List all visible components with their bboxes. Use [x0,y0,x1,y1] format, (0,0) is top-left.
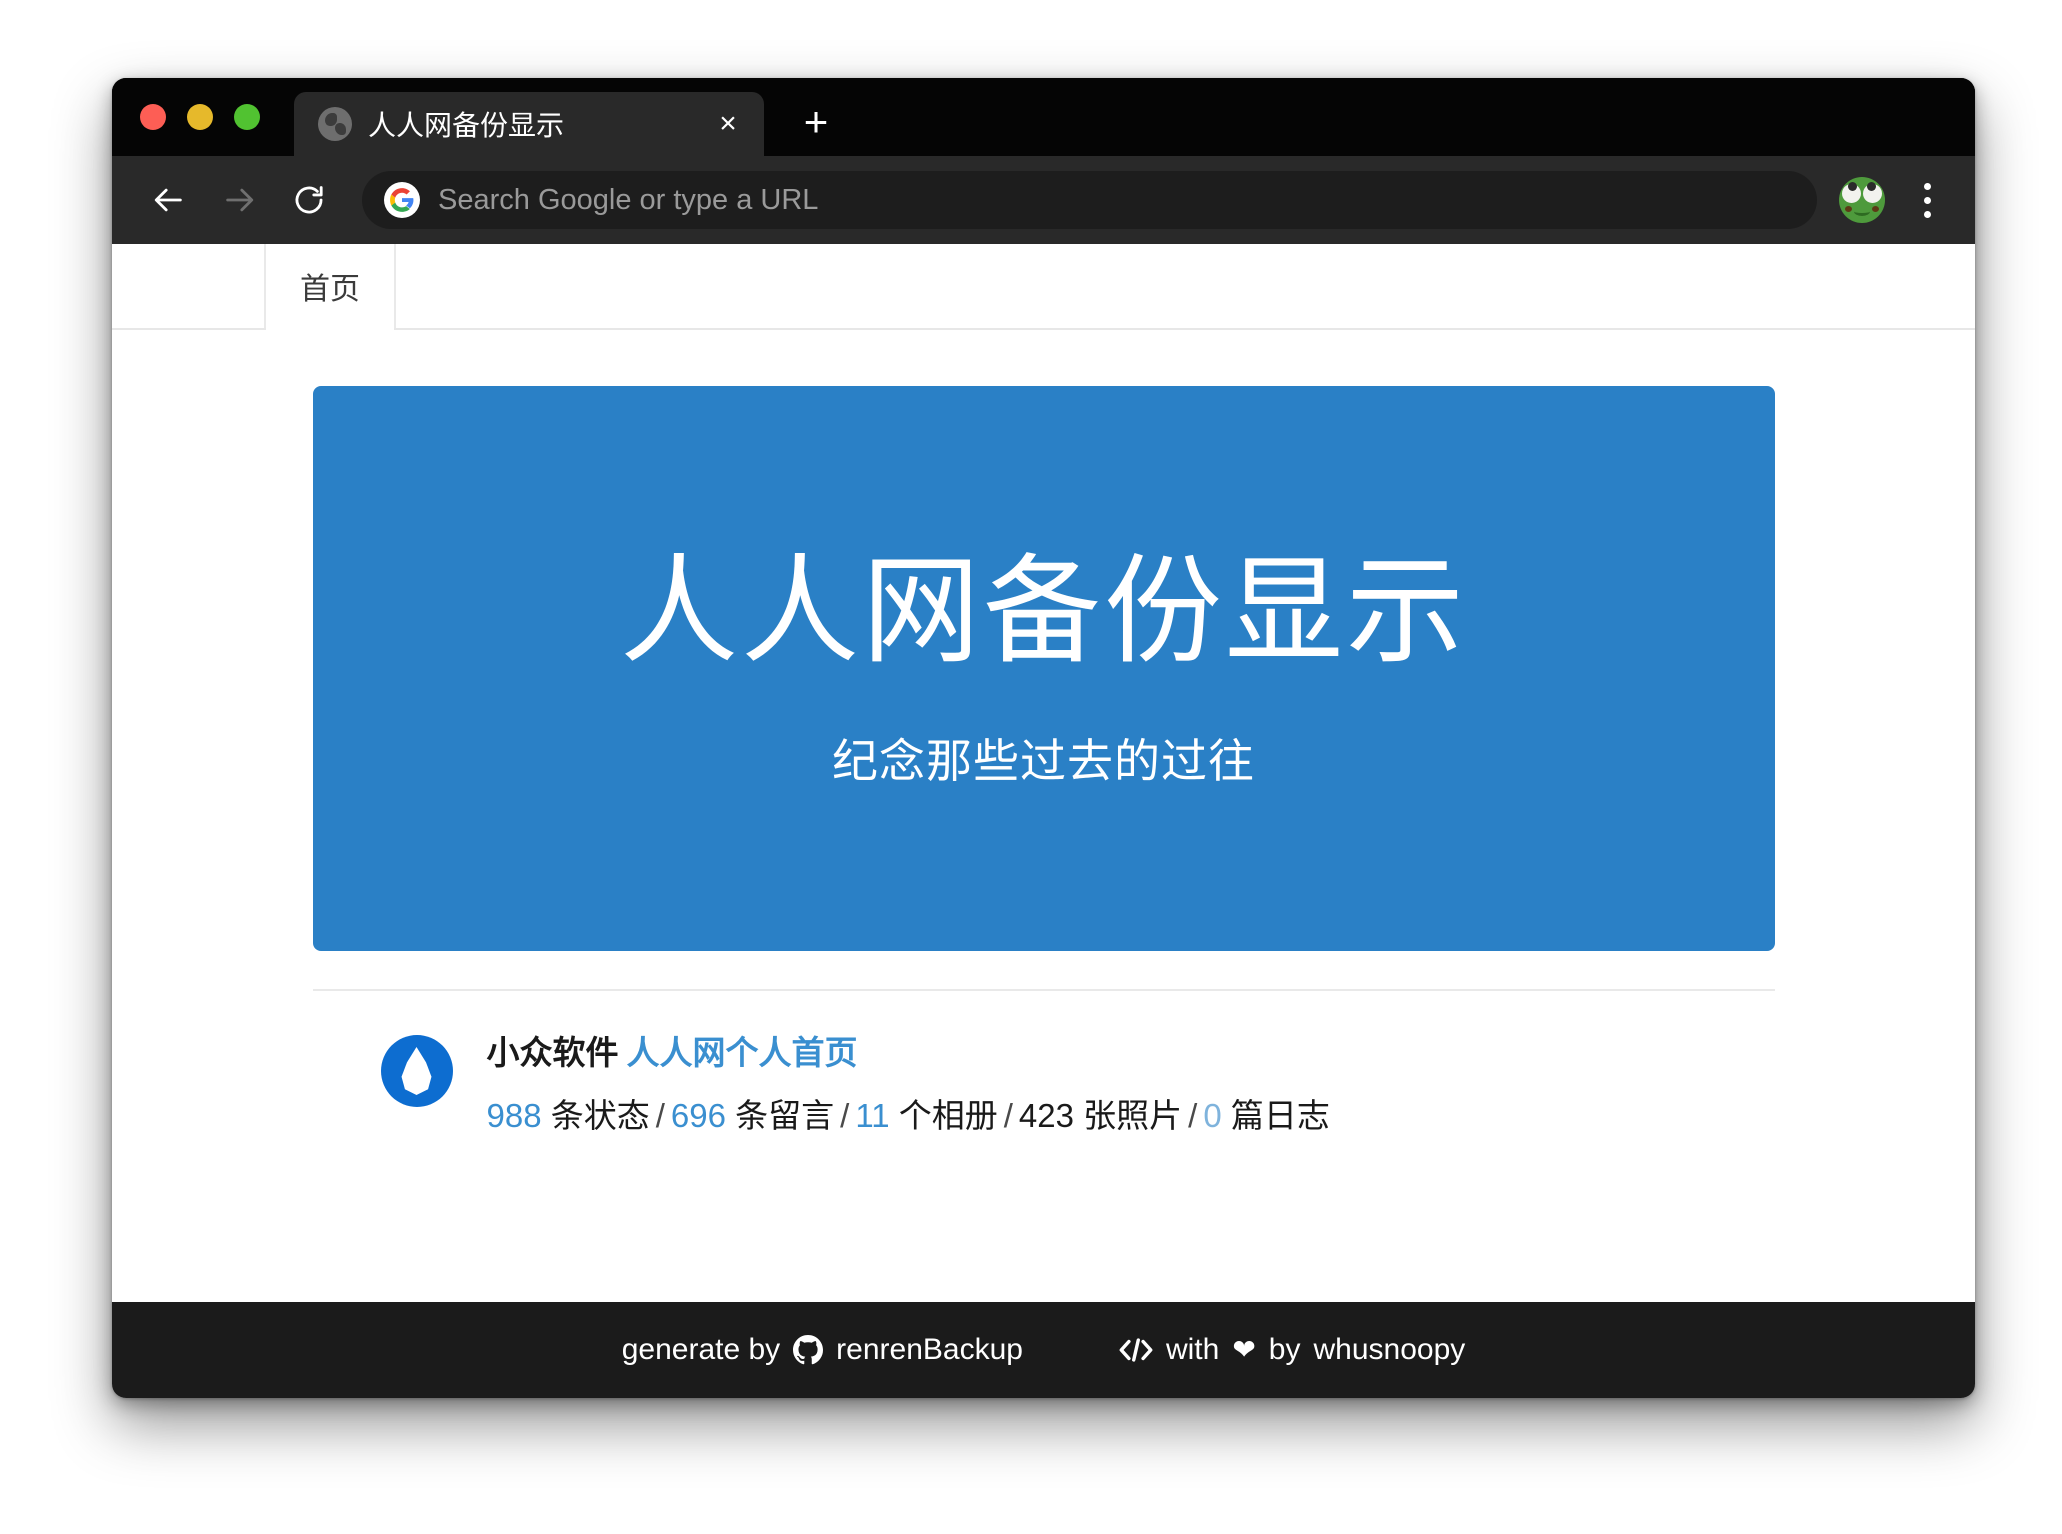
page-subtitle: 纪念那些过去的过往 [832,734,1255,787]
desktop-background: 人人网备份显示 × + Search Google or type a URL … [0,0,2062,1534]
stat-value[interactable]: 696 [671,1097,726,1134]
minimize-window-button[interactable] [187,104,213,130]
water-drop-shape [401,1047,432,1095]
page-title: 人人网备份显示 [619,546,1467,679]
stat-unit: 个相册 [889,1096,998,1134]
frog-pupil-left [1848,182,1857,191]
code-brackets-icon [1119,1338,1153,1362]
three-dots-icon[interactable] [1905,169,1949,231]
sidebar-item-home[interactable]: 首页 [264,244,396,330]
content-container: 人人网备份显示 纪念那些过去的过往 小众软件 人人网个人首页 988 条状态 /… [312,330,1775,1136]
heart-icon: ❤ [1232,1334,1256,1365]
stat-value[interactable]: 11 [855,1097,889,1134]
profile-text-block: 小众软件 人人网个人首页 988 条状态/696 条留言/11 个相册/423 张… [487,1031,1330,1136]
google-g-glyph [390,188,414,212]
frog-cheek-right [1872,206,1879,212]
maximize-window-button[interactable] [234,104,260,130]
browser-tab-title: 人人网备份显示 [368,110,565,141]
close-icon[interactable]: × [702,98,754,150]
profile-home-link[interactable]: 人人网个人首页 [627,1034,858,1071]
profile-stats: 988 条状态/696 条留言/11 个相册/423 张照片/0 篇日志 [487,1095,1330,1136]
page-viewport: 首页 人人网备份显示 纪念那些过去的过往 小众软件 人人网个人首页 988 条状… [112,244,1975,1398]
address-bar[interactable]: Search Google or type a URL [362,171,1817,229]
site-footer: generate by renrenBackup with ❤ by whusn… [112,1302,1975,1398]
reload-icon [295,186,323,214]
menu-dot [1923,196,1931,204]
frog-mouth [1854,207,1870,216]
globe-icon [318,107,352,141]
water-drop-avatar [380,1035,453,1107]
stat-separator: / [1188,1096,1198,1134]
window-traffic-lights [112,78,280,156]
page-content: 人人网备份显示 纪念那些过去的过往 小众软件 人人网个人首页 988 条状态 /… [112,330,1975,1302]
browser-tab[interactable]: 人人网备份显示 × [294,92,764,156]
stat-unit: 篇日志 [1221,1096,1330,1134]
stat-value[interactable]: 0 [1203,1097,1221,1134]
profile-name: 小众软件 [486,1034,619,1071]
frog-cheek-left [1845,206,1852,212]
menu-dot [1923,182,1931,190]
stat-value: 423 [1018,1096,1074,1134]
address-bar-placeholder: Search Google or type a URL [438,183,819,216]
site-navbar: 首页 [112,244,1975,330]
browser-window: 人人网备份显示 × + Search Google or type a URL … [112,78,1975,1398]
stat-unit: 条状态 [541,1096,650,1134]
stat-separator: / [1003,1096,1013,1134]
reload-button[interactable] [278,169,340,231]
footer-repo-name[interactable]: renrenBackup [836,1333,1023,1367]
browser-toolbar: Search Google or type a URL [112,156,1975,244]
forward-button[interactable] [208,169,270,231]
arrow-right-icon [226,188,254,212]
stat-separator: / [840,1096,850,1134]
profile-summary: 小众软件 人人网个人首页 988 条状态/696 条留言/11 个相册/423 张… [313,991,1775,1136]
footer-author[interactable]: whusnoopy [1313,1333,1465,1367]
github-icon [793,1335,824,1365]
frog-avatar-icon[interactable] [1839,177,1885,223]
profile-name-row: 小众软件 人人网个人首页 [487,1033,1330,1073]
back-button[interactable] [138,169,200,231]
footer-generate-by: generate by renrenBackup [622,1333,1023,1367]
stat-separator: / [655,1096,665,1134]
footer-with-word: with [1165,1333,1220,1366]
footer-generate-prefix: generate by [621,1333,781,1366]
stat-value[interactable]: 988 [487,1097,542,1134]
footer-author-credit: with ❤ by whusnoopy [1119,1333,1465,1367]
menu-dot [1923,210,1931,218]
browser-tab-strip: 人人网备份显示 × + [112,78,1975,156]
google-g-icon [384,182,420,218]
close-window-button[interactable] [140,104,166,130]
stat-unit: 张照片 [1073,1096,1183,1134]
hero-banner: 人人网备份显示 纪念那些过去的过往 [312,386,1775,951]
frog-pupil-right [1867,182,1876,191]
footer-by-word: by [1268,1333,1301,1366]
arrow-left-icon [154,188,182,212]
new-tab-button[interactable]: + [786,92,846,152]
stat-unit: 条留言 [725,1096,835,1134]
